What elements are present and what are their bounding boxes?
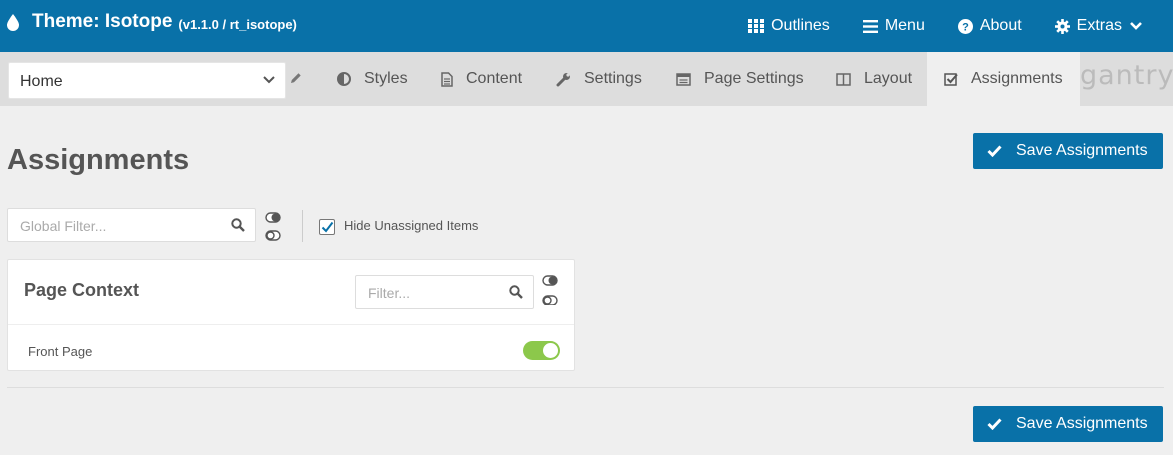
card-title: Page Context <box>24 280 140 300</box>
tab-assignments-label: Assignments <box>971 70 1063 87</box>
window-icon <box>676 72 691 86</box>
brand: Theme: Isotope (v1.1.0 / rt_isotope) <box>6 11 297 33</box>
top-nav: Outlines Menu ? About Extras <box>748 0 1173 52</box>
nav-outlines-label: Outlines <box>771 17 830 34</box>
check-icon <box>987 418 1002 430</box>
theme-title: Theme: Isotope <box>32 11 173 32</box>
card-header: Page Context Filter... <box>8 260 574 325</box>
global-filter-input[interactable]: Global Filter... <box>7 208 256 242</box>
nav-outlines[interactable]: Outlines <box>748 0 830 52</box>
nav-about-label: About <box>979 17 1022 34</box>
toggle-all-icon[interactable] <box>265 212 281 242</box>
tab-settings-label: Settings <box>584 70 642 87</box>
grid-icon <box>748 19 765 33</box>
outline-select[interactable]: Home <box>8 62 286 99</box>
nav-menu-label: Menu <box>884 17 925 34</box>
search-icon <box>231 218 245 232</box>
hamburger-icon <box>862 19 878 33</box>
nav-about[interactable]: ? About <box>957 0 1022 52</box>
question-circle-icon: ? <box>957 18 973 34</box>
top-bar: Theme: Isotope (v1.1.0 / rt_isotope) Out… <box>0 0 1173 52</box>
tab-styles[interactable]: Styles <box>337 52 408 106</box>
chevron-down-icon <box>263 76 275 84</box>
svg-text:?: ? <box>962 21 969 33</box>
check-icon <box>321 221 334 233</box>
hide-unassigned-label: Hide Unassigned Items <box>344 218 479 233</box>
nav-extras[interactable]: Extras <box>1054 0 1149 52</box>
page-context-card: Page Context Filter... Front Page <box>7 259 575 371</box>
gear-icon <box>1054 18 1070 34</box>
list-item-label: Front Page <box>28 344 93 359</box>
tab-styles-label: Styles <box>364 70 408 87</box>
wrench-icon <box>556 72 570 86</box>
check-square-icon <box>944 73 958 86</box>
save-assignments-button-bottom[interactable]: Save Assignments <box>973 406 1163 442</box>
toggle-card-icon[interactable] <box>542 275 558 305</box>
card-filter-placeholder: Filter... <box>368 285 411 301</box>
document-icon <box>441 71 453 87</box>
front-page-toggle[interactable] <box>523 341 560 360</box>
divider <box>302 210 303 242</box>
save-assignments-label: Save Assignments <box>1016 142 1148 159</box>
nav-extras-label: Extras <box>1076 17 1122 34</box>
chevron-down-icon <box>1130 22 1142 30</box>
tab-layout[interactable]: Layout <box>836 52 912 106</box>
hide-unassigned-checkbox[interactable] <box>319 219 335 235</box>
tab-settings[interactable]: Settings <box>556 52 642 106</box>
tab-content[interactable]: Content <box>441 52 522 106</box>
tab-assignments[interactable]: Assignments <box>927 52 1080 106</box>
half-circle-icon <box>337 72 351 86</box>
nav-menu[interactable]: Menu <box>862 0 925 52</box>
droplet-icon <box>7 14 19 31</box>
tab-page-settings[interactable]: Page Settings <box>676 52 804 106</box>
tab-layout-label: Layout <box>864 70 913 87</box>
outline-select-value: Home <box>20 73 63 90</box>
theme-version: (v1.1.0 / rt_isotope) <box>178 16 297 32</box>
toggle-knob <box>543 343 558 358</box>
save-assignments-label: Save Assignments <box>1016 415 1148 432</box>
columns-icon <box>836 72 851 86</box>
gantry-logo: gantry <box>1080 60 1173 91</box>
page-title: Assignments <box>7 144 190 176</box>
check-icon <box>987 145 1002 157</box>
save-assignments-button[interactable]: Save Assignments <box>973 133 1163 169</box>
card-filter-input[interactable]: Filter... <box>355 275 534 309</box>
search-icon <box>509 285 523 299</box>
tab-content-label: Content <box>466 70 523 87</box>
tab-page-settings-label: Page Settings <box>704 70 804 87</box>
global-filter-placeholder: Global Filter... <box>20 218 107 234</box>
pencil-icon[interactable] <box>290 72 302 84</box>
divider <box>7 387 1164 388</box>
